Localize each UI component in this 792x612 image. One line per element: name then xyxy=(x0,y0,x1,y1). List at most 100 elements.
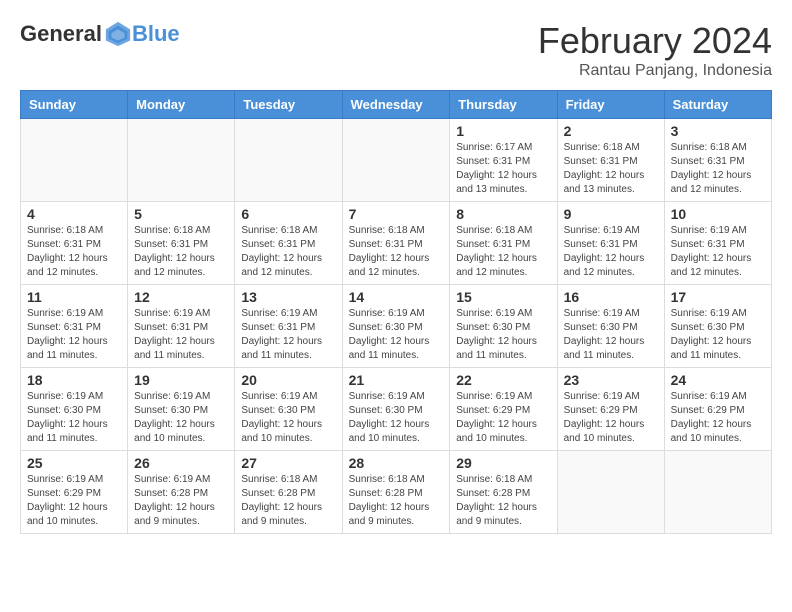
day-number: 28 xyxy=(349,455,444,471)
calendar-cell: 19 Sunrise: 6:19 AM Sunset: 6:30 PM Dayli… xyxy=(128,368,235,451)
day-info: Sunrise: 6:19 AM Sunset: 6:30 PM Dayligh… xyxy=(241,390,335,446)
day-info: Sunrise: 6:19 AM Sunset: 6:29 PM Dayligh… xyxy=(27,473,121,529)
day-number: 10 xyxy=(671,206,765,222)
day-info: Sunrise: 6:19 AM Sunset: 6:30 PM Dayligh… xyxy=(27,390,121,446)
day-number: 8 xyxy=(456,206,550,222)
calendar-cell: 21Sunrise: 6:19 AM Sunset: 6:30 PM Dayli… xyxy=(342,368,450,451)
day-number: 5 xyxy=(134,206,228,222)
day-info: Sunrise: 6:19 AM Sunset: 6:30 PM Dayligh… xyxy=(564,307,658,363)
calendar-cell: 25 Sunrise: 6:19 AM Sunset: 6:29 PM Dayli… xyxy=(21,451,128,534)
calendar-cell: 10 Sunrise: 6:19 AM Sunset: 6:31 PM Dayli… xyxy=(664,202,771,285)
day-info: Sunrise: 6:18 AM Sunset: 6:31 PM Dayligh… xyxy=(241,224,335,280)
weekday-header-wednesday: Wednesday xyxy=(342,91,450,119)
logo-general-text: General xyxy=(20,21,102,47)
calendar-cell: 2 Sunrise: 6:18 AM Sunset: 6:31 PM Daylig… xyxy=(557,119,664,202)
day-number: 19 xyxy=(134,372,228,388)
day-info: Sunrise: 6:19 AM Sunset: 6:30 PM Dayligh… xyxy=(134,390,228,446)
calendar-cell xyxy=(21,119,128,202)
calendar-cell: 6 Sunrise: 6:18 AM Sunset: 6:31 PM Daylig… xyxy=(235,202,342,285)
day-number: 11 xyxy=(27,289,121,305)
month-title: February 2024 xyxy=(538,20,772,62)
weekday-header-row: SundayMondayTuesdayWednesdayThursdayFrid… xyxy=(21,91,772,119)
calendar-cell: 4 Sunrise: 6:18 AM Sunset: 6:31 PM Daylig… xyxy=(21,202,128,285)
weekday-header-friday: Friday xyxy=(557,91,664,119)
day-number: 23 xyxy=(564,372,658,388)
calendar-cell xyxy=(235,119,342,202)
day-info: Sunrise: 6:19 AM Sunset: 6:31 PM Dayligh… xyxy=(671,224,765,280)
day-number: 24 xyxy=(671,372,765,388)
calendar-cell: 9 Sunrise: 6:19 AM Sunset: 6:31 PM Daylig… xyxy=(557,202,664,285)
day-info: Sunrise: 6:19 AM Sunset: 6:31 PM Dayligh… xyxy=(27,307,121,363)
calendar-cell: 22 Sunrise: 6:19 AM Sunset: 6:29 PM Dayli… xyxy=(450,368,557,451)
day-info: Sunrise: 6:18 AM Sunset: 6:28 PM Dayligh… xyxy=(456,473,550,529)
day-number: 29 xyxy=(456,455,550,471)
day-info: Sunrise: 6:18 AM Sunset: 6:31 PM Dayligh… xyxy=(564,141,658,197)
calendar-cell: 11 Sunrise: 6:19 AM Sunset: 6:31 PM Dayli… xyxy=(21,285,128,368)
day-info: Sunrise: 6:18 AM Sunset: 6:31 PM Dayligh… xyxy=(456,224,550,280)
calendar-cell: 16 Sunrise: 6:19 AM Sunset: 6:30 PM Dayli… xyxy=(557,285,664,368)
day-info: Sunrise: 6:19 AM Sunset: 6:29 PM Dayligh… xyxy=(671,390,765,446)
day-number: 18 xyxy=(27,372,121,388)
day-number: 20 xyxy=(241,372,335,388)
location-subtitle: Rantau Panjang, Indonesia xyxy=(538,62,772,80)
calendar-cell: 24 Sunrise: 6:19 AM Sunset: 6:29 PM Dayli… xyxy=(664,368,771,451)
day-number: 6 xyxy=(241,206,335,222)
day-number: 25 xyxy=(27,455,121,471)
calendar-cell xyxy=(128,119,235,202)
day-number: 12 xyxy=(134,289,228,305)
calendar-week-row: 18 Sunrise: 6:19 AM Sunset: 6:30 PM Dayli… xyxy=(21,368,772,451)
day-info: Sunrise: 6:19 AM Sunset: 6:31 PM Dayligh… xyxy=(241,307,335,363)
day-info: Sunrise: 6:18 AM Sunset: 6:31 PM Dayligh… xyxy=(134,224,228,280)
weekday-header-sunday: Sunday xyxy=(21,91,128,119)
calendar-cell: 17 Sunrise: 6:19 AM Sunset: 6:30 PM Dayli… xyxy=(664,285,771,368)
day-number: 9 xyxy=(564,206,658,222)
day-number: 2 xyxy=(564,123,658,139)
calendar-cell: 7 Sunrise: 6:18 AM Sunset: 6:31 PM Daylig… xyxy=(342,202,450,285)
calendar-cell: 18 Sunrise: 6:19 AM Sunset: 6:30 PM Dayli… xyxy=(21,368,128,451)
calendar-cell xyxy=(342,119,450,202)
calendar-table: SundayMondayTuesdayWednesdayThursdayFrid… xyxy=(20,90,772,534)
day-number: 22 xyxy=(456,372,550,388)
day-number: 15 xyxy=(456,289,550,305)
calendar-cell: 3Sunrise: 6:18 AM Sunset: 6:31 PM Daylig… xyxy=(664,119,771,202)
day-number: 1 xyxy=(456,123,550,139)
calendar-cell: 5 Sunrise: 6:18 AM Sunset: 6:31 PM Daylig… xyxy=(128,202,235,285)
day-info: Sunrise: 6:18 AM Sunset: 6:28 PM Dayligh… xyxy=(349,473,444,529)
day-number: 3 xyxy=(671,123,765,139)
calendar-cell: 14Sunrise: 6:19 AM Sunset: 6:30 PM Dayli… xyxy=(342,285,450,368)
day-number: 13 xyxy=(241,289,335,305)
weekday-header-tuesday: Tuesday xyxy=(235,91,342,119)
day-number: 16 xyxy=(564,289,658,305)
calendar-week-row: 1Sunrise: 6:17 AM Sunset: 6:31 PM Daylig… xyxy=(21,119,772,202)
day-info: Sunrise: 6:19 AM Sunset: 6:30 PM Dayligh… xyxy=(671,307,765,363)
title-section: February 2024 Rantau Panjang, Indonesia xyxy=(538,20,772,80)
day-info: Sunrise: 6:19 AM Sunset: 6:31 PM Dayligh… xyxy=(564,224,658,280)
day-info: Sunrise: 6:19 AM Sunset: 6:31 PM Dayligh… xyxy=(134,307,228,363)
calendar-cell: 8 Sunrise: 6:18 AM Sunset: 6:31 PM Daylig… xyxy=(450,202,557,285)
calendar-cell: 26 Sunrise: 6:19 AM Sunset: 6:28 PM Dayli… xyxy=(128,451,235,534)
weekday-header-monday: Monday xyxy=(128,91,235,119)
calendar-cell: 20 Sunrise: 6:19 AM Sunset: 6:30 PM Dayli… xyxy=(235,368,342,451)
day-info: Sunrise: 6:18 AM Sunset: 6:31 PM Dayligh… xyxy=(27,224,121,280)
calendar-cell: 29 Sunrise: 6:18 AM Sunset: 6:28 PM Dayli… xyxy=(450,451,557,534)
day-number: 17 xyxy=(671,289,765,305)
logo-blue-text: Blue xyxy=(132,21,180,47)
day-info: Sunrise: 6:19 AM Sunset: 6:29 PM Dayligh… xyxy=(564,390,658,446)
day-number: 26 xyxy=(134,455,228,471)
day-info: Sunrise: 6:19 AM Sunset: 6:28 PM Dayligh… xyxy=(134,473,228,529)
logo: General Blue xyxy=(20,20,180,48)
day-number: 27 xyxy=(241,455,335,471)
calendar-cell: 12 Sunrise: 6:19 AM Sunset: 6:31 PM Dayli… xyxy=(128,285,235,368)
calendar-cell: 1Sunrise: 6:17 AM Sunset: 6:31 PM Daylig… xyxy=(450,119,557,202)
day-info: Sunrise: 6:18 AM Sunset: 6:31 PM Dayligh… xyxy=(349,224,444,280)
calendar-cell: 15Sunrise: 6:19 AM Sunset: 6:30 PM Dayli… xyxy=(450,285,557,368)
day-info: Sunrise: 6:18 AM Sunset: 6:28 PM Dayligh… xyxy=(241,473,335,529)
calendar-cell xyxy=(557,451,664,534)
day-info: Sunrise: 6:19 AM Sunset: 6:29 PM Dayligh… xyxy=(456,390,550,446)
calendar-cell: 23 Sunrise: 6:19 AM Sunset: 6:29 PM Dayli… xyxy=(557,368,664,451)
day-number: 7 xyxy=(349,206,444,222)
day-number: 21 xyxy=(349,372,444,388)
calendar-cell xyxy=(664,451,771,534)
day-number: 4 xyxy=(27,206,121,222)
page-header: General Blue February 2024 Rantau Panjan… xyxy=(20,20,772,80)
